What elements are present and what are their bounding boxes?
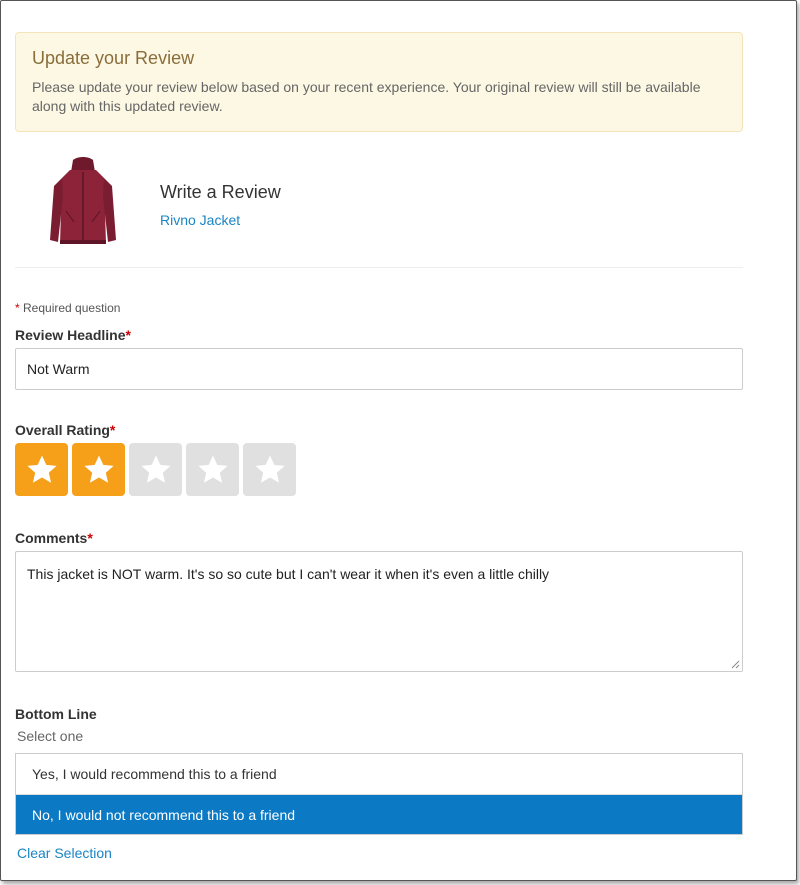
star-icon [197, 455, 228, 483]
bottom-line-label: Bottom Line [15, 706, 97, 722]
recommend-option[interactable]: Yes, I would recommend this to a friend [16, 754, 742, 794]
review-window: Update your Review Please update your re… [0, 0, 797, 881]
rating-label: Overall Rating* [15, 422, 116, 438]
star-icon [140, 455, 171, 483]
comments-label: Comments* [15, 530, 93, 546]
comments-textarea[interactable]: This jacket is NOT warm. It's so so cute… [15, 551, 743, 672]
star-2-button[interactable] [72, 443, 125, 496]
required-note: * Required question [15, 301, 121, 315]
star-5-button[interactable] [243, 443, 296, 496]
headline-label: Review Headline* [15, 327, 131, 343]
alert-message: Please update your review below based on… [32, 79, 701, 114]
update-review-alert: Update your Review Please update your re… [15, 32, 743, 132]
star-4-button[interactable] [186, 443, 239, 496]
star-icon [254, 455, 285, 483]
star-rating [15, 443, 743, 496]
select-one-hint: Select one [17, 728, 84, 744]
jacket-thumbnail-icon [50, 157, 116, 244]
recommend-option[interactable]: No, I would not recommend this to a frie… [16, 794, 742, 834]
write-review-heading: Write a Review [160, 182, 281, 202]
comments-text: This jacket is NOT warm. It's so so cute… [27, 566, 550, 582]
review-form: Update your Review Please update your re… [15, 32, 743, 863]
clear-selection-link[interactable]: Clear Selection [17, 845, 112, 861]
alert-title: Update your Review [32, 48, 195, 68]
resize-handle-icon[interactable] [731, 660, 740, 669]
product-link[interactable]: Rivno Jacket [160, 212, 240, 228]
headline-input[interactable]: Not Warm [15, 348, 743, 390]
star-icon [83, 455, 114, 483]
star-3-button[interactable] [129, 443, 182, 496]
recommend-options: Yes, I would recommend this to a friend N… [15, 753, 743, 835]
star-icon [26, 455, 57, 483]
product-summary: Write a Review Rivno Jacket [15, 132, 743, 268]
star-1-button[interactable] [15, 443, 68, 496]
